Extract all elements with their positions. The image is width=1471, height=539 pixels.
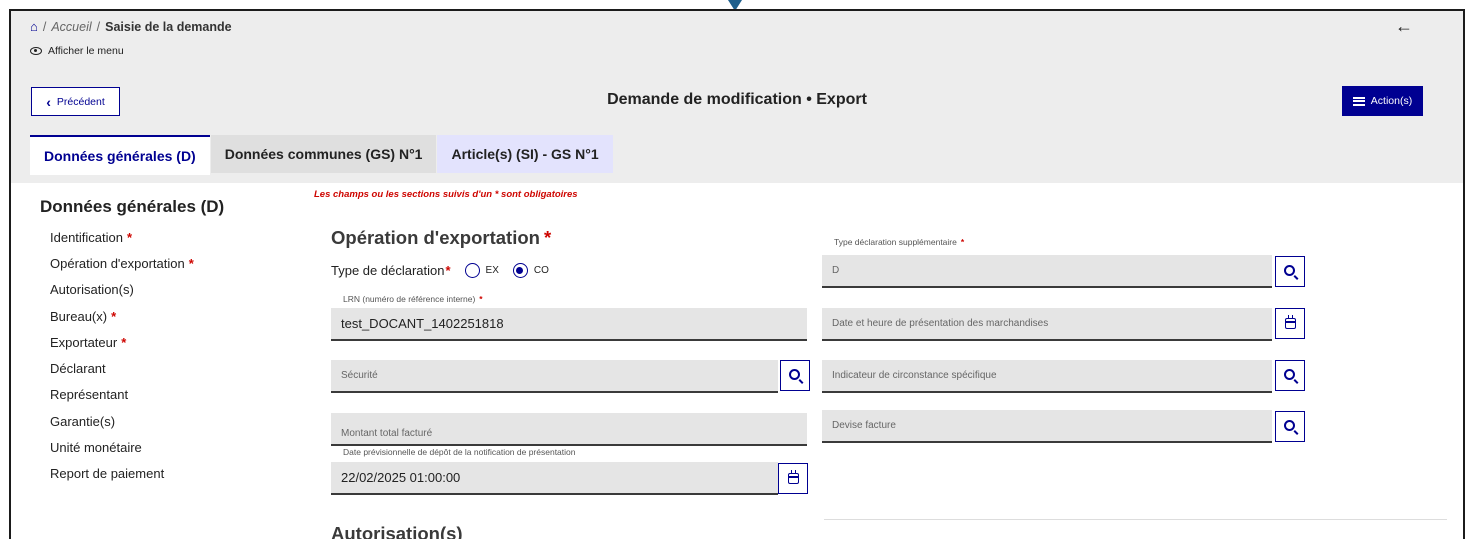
indicateur-search-button[interactable] bbox=[1275, 360, 1305, 391]
sidebar-item-label: Unité monétaire bbox=[50, 440, 142, 456]
section-divider bbox=[824, 519, 1447, 520]
sidebar-item-report-paiement[interactable]: Report de paiement bbox=[40, 461, 224, 487]
menu-icon bbox=[1352, 96, 1365, 106]
required-star: * bbox=[960, 237, 965, 247]
date-presentation-field[interactable]: Date et heure de présentation des marcha… bbox=[822, 308, 1272, 341]
actions-button-label: Action(s) bbox=[1370, 95, 1413, 107]
date-depot-label: Date prévisionnelle de dépôt de la notif… bbox=[343, 447, 576, 457]
required-star: * bbox=[127, 229, 133, 245]
search-icon bbox=[788, 369, 800, 380]
section-title-autorisations: Autorisation(s) bbox=[331, 523, 463, 539]
app-window: ⌂ / Accueil / Saisie de la demande Affic… bbox=[9, 9, 1465, 539]
devise-field[interactable]: Devise facture bbox=[822, 410, 1272, 443]
lrn-label: LRN (numéro de référence interne) * bbox=[343, 294, 483, 304]
securite-field[interactable]: Sécurité bbox=[331, 360, 778, 393]
sidebar-item-representant[interactable]: Représentant bbox=[40, 382, 224, 408]
securite-search-button[interactable] bbox=[780, 360, 810, 391]
type-supp-field[interactable]: D bbox=[822, 255, 1272, 288]
required-fields-note: Les champs ou les sections suivis d'un *… bbox=[314, 189, 578, 200]
required-star: * bbox=[111, 308, 117, 324]
type-declaration-label: Type de déclaration bbox=[331, 263, 445, 278]
radio-ex-label: EX bbox=[485, 265, 499, 276]
sidebar-item-operation-exportation[interactable]: Opération d'exportation * bbox=[40, 250, 224, 276]
sidebar-item-label: Déclarant bbox=[50, 361, 106, 377]
required-star: * bbox=[445, 263, 451, 278]
search-icon bbox=[1283, 265, 1295, 276]
type-declaration-group: Type de déclaration * EX CO bbox=[331, 263, 549, 278]
tab-articles[interactable]: Article(s) (SI) - GS N°1 bbox=[437, 135, 613, 173]
sidebar-title: Données générales (D) bbox=[40, 197, 225, 216]
sidebar-item-bureaux[interactable]: Bureau(x) * bbox=[40, 303, 224, 329]
calendar-icon bbox=[787, 470, 799, 484]
lrn-field[interactable]: test_DOCANT_1402251818 bbox=[331, 308, 807, 341]
show-menu-label: Afficher le menu bbox=[48, 45, 124, 57]
sidebar-item-garanties[interactable]: Garantie(s) bbox=[40, 408, 224, 434]
sidebar-item-declarant[interactable]: Déclarant bbox=[40, 355, 224, 381]
radio-co-label: CO bbox=[533, 265, 549, 276]
radio-co[interactable] bbox=[512, 263, 528, 278]
sidebar-item-label: Report de paiement bbox=[50, 466, 165, 482]
header: ⌂ / Accueil / Saisie de la demande Affic… bbox=[11, 11, 1463, 183]
required-star: * bbox=[188, 255, 194, 271]
breadcrumb-separator: / bbox=[96, 19, 101, 34]
sidebar-item-autorisations[interactable]: Autorisation(s) bbox=[40, 277, 224, 303]
breadcrumb: ⌂ / Accueil / Saisie de la demande bbox=[30, 19, 232, 34]
tab-donnees-communes[interactable]: Données communes (GS) N°1 bbox=[210, 135, 437, 173]
calendar-icon bbox=[1284, 315, 1296, 329]
date-depot-calendar-button[interactable] bbox=[778, 463, 808, 494]
type-supp-search-button[interactable] bbox=[1275, 256, 1305, 287]
sidebar-item-label: Identification bbox=[50, 229, 123, 245]
breadcrumb-link-accueil[interactable]: Accueil bbox=[51, 20, 91, 34]
tab-bar: Données générales (D) Données communes (… bbox=[30, 135, 614, 175]
required-star: * bbox=[543, 227, 552, 248]
sidebar-item-label: Bureau(x) bbox=[50, 308, 108, 324]
sidebar-item-exportateur[interactable]: Exportateur * bbox=[40, 329, 224, 355]
indicateur-field[interactable]: Indicateur de circonstance spécifique bbox=[822, 360, 1272, 393]
home-icon[interactable]: ⌂ bbox=[30, 19, 38, 34]
breadcrumb-separator: / bbox=[42, 19, 47, 34]
devise-search-button[interactable] bbox=[1275, 411, 1305, 442]
sidebar-item-label: Autorisation(s) bbox=[50, 282, 134, 298]
show-menu-toggle[interactable]: Afficher le menu bbox=[30, 45, 124, 57]
tab-donnees-generales[interactable]: Données générales (D) bbox=[30, 135, 210, 175]
montant-field[interactable]: Montant total facturé bbox=[331, 413, 807, 446]
sidebar-item-label: Exportateur bbox=[50, 334, 118, 350]
sidebar-item-unite-monetaire[interactable]: Unité monétaire bbox=[40, 434, 224, 460]
page-title: Demande de modification • Export bbox=[607, 91, 867, 108]
required-star: * bbox=[121, 334, 127, 350]
sidebar-item-identification[interactable]: Identification * bbox=[40, 224, 224, 250]
sidebar: Données générales (D) Identification * Op… bbox=[40, 197, 224, 487]
sidebar-item-label: Garantie(s) bbox=[50, 413, 116, 429]
back-arrow-icon[interactable]: ← bbox=[1395, 16, 1413, 37]
section-title-label: Opération d'exportation bbox=[331, 227, 540, 248]
search-icon bbox=[1283, 420, 1295, 431]
radio-ex[interactable] bbox=[464, 263, 480, 278]
search-icon bbox=[1283, 369, 1295, 380]
lrn-label-text: LRN (numéro de référence interne) bbox=[343, 294, 476, 304]
sidebar-item-label: Opération d'exportation bbox=[50, 255, 185, 271]
actions-button[interactable]: Action(s) bbox=[1342, 86, 1423, 116]
breadcrumb-current: Saisie de la demande bbox=[105, 19, 232, 34]
section-title-operation: Opération d'exportation * bbox=[331, 227, 551, 249]
date-depot-field[interactable]: 22/02/2025 01:00:00 bbox=[331, 462, 778, 495]
type-supp-label-text: Type déclaration supplémentaire bbox=[834, 237, 957, 247]
sidebar-item-label: Représentant bbox=[50, 387, 129, 403]
eye-icon bbox=[30, 47, 42, 55]
required-star: * bbox=[479, 294, 483, 304]
date-presentation-calendar-button[interactable] bbox=[1275, 308, 1305, 339]
type-supp-label: Type déclaration supplémentaire * bbox=[834, 237, 964, 247]
